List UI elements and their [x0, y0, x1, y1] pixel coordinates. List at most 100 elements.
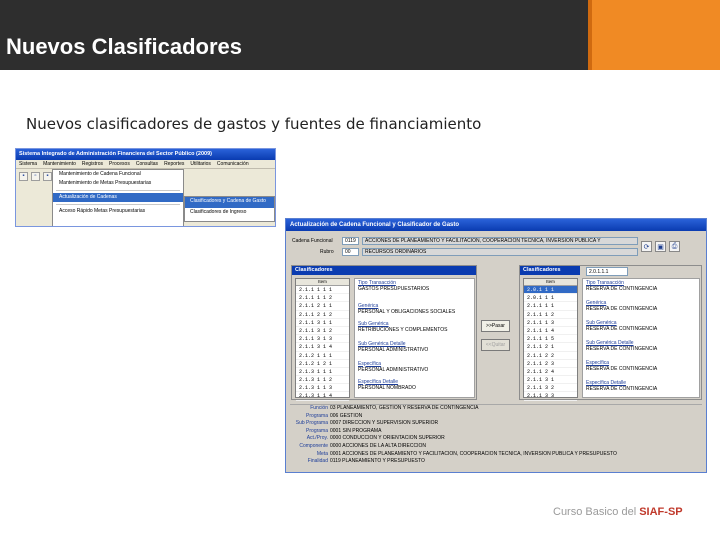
submenu-item-clasificadores-gasto[interactable]: Clasificadores y Cadena de Gasto — [185, 197, 274, 208]
right-list-column-header: Item — [524, 279, 577, 286]
left-detail-item: Específica Detalle PERSONAL NOMBRADO — [358, 378, 416, 391]
left-detail-item: Sub Genérica RETRIBUCIONES Y COMPLEMENTOS — [358, 320, 448, 333]
list-item[interactable]: 2.1.1 3 1 2 — [296, 327, 349, 336]
left-list-column-header: Item — [296, 279, 349, 286]
dropdown-item-cadena-funcional[interactable]: Mantenimiento de Cadena Funcional — [53, 170, 183, 179]
list-item[interactable]: 2.1.3 1 1 3 — [296, 384, 349, 393]
list-item[interactable]: 2.1.1 1 2 — [524, 311, 577, 319]
menu-registros[interactable]: Registros — [82, 161, 103, 167]
cadena-row: Sub Programa 0007 DIRECCION Y SUPERVISION… — [295, 420, 439, 427]
list-item[interactable]: 2.1.1 1 1 1 — [296, 286, 349, 295]
accent-block — [592, 0, 720, 70]
list-item[interactable]: 2.1.1 1 3 — [524, 319, 577, 327]
list-item[interactable]: 2.1.3 1 1 4 — [296, 392, 349, 401]
pasar-button[interactable]: >>Pasar — [481, 320, 510, 332]
cadena-dialog: Actualización de Cadena Funcional y Clas… — [285, 218, 707, 473]
list-item[interactable]: 2.1.3 1 1 2 — [296, 376, 349, 385]
list-item[interactable]: 2.1.1 1 1 — [524, 302, 577, 311]
list-item[interactable]: 2.1.3 1 1 1 — [296, 368, 349, 377]
cadena-code-field[interactable]: 0119 — [342, 237, 359, 245]
list-item[interactable]: 2.1.1 1 5 — [524, 335, 577, 344]
quitar-button[interactable]: <<Quitar — [481, 339, 510, 351]
cadena-row: Meta 0001 ACCIONES DE PLANEAMIENTO Y FACI… — [316, 450, 617, 457]
left-clasificadores-list[interactable]: Item 2.1.1 1 1 1 2.1.1 1 1 2 2.1.1 2 1 1… — [295, 278, 350, 401]
app-title-bar: Sistema Integrado de Administración Fina… — [16, 149, 275, 160]
list-item[interactable]: 2.1.1 3 1 3 — [296, 335, 349, 344]
cadena-row: Finalidad 0119 PLANEAMIENTO Y PRESUPUESTO — [307, 458, 425, 465]
dialog-title: Actualización de Cadena Funcional y Clas… — [286, 219, 706, 231]
menu-comunicacion[interactable]: Comunicación — [217, 161, 249, 167]
list-item[interactable]: 2.1.1 2 1 1 — [296, 302, 349, 311]
dialog-icon-buttons: ⟳ ▣ ⎙ — [641, 241, 680, 252]
slide-header: Nuevos Clasificadores — [0, 0, 720, 70]
list-item[interactable]: 2.0.1 1 1 — [524, 286, 577, 295]
list-item[interactable]: 2.1.1 2 3 — [524, 360, 577, 368]
left-detail-item: Específica PERSONAL ADMINISTRATIVO — [358, 360, 429, 373]
list-item[interactable]: 2.1.1 1 4 — [524, 327, 577, 336]
list-item[interactable]: 2.1.1 3 1 4 — [296, 343, 349, 352]
right-detail-item: Sub Genérica Detalle RESERVA DE CONTINGEN… — [586, 340, 658, 352]
menu-procesos[interactable]: Procesos — [109, 161, 130, 167]
list-item[interactable]: 2.1.1 3 1 — [524, 376, 577, 385]
cadena-label: Cadena Funcional — [292, 238, 333, 244]
footer-text: Curso Basico del — [553, 506, 637, 518]
menu-utilitarios[interactable]: Utilitarios — [190, 161, 211, 167]
list-item[interactable]: 2.0.1 1 1 — [524, 294, 577, 303]
right-clasificadores-list[interactable]: Item 2.0.1 1 1 2.0.1 1 1 2.1.1 1 1 2.1.1… — [523, 278, 578, 401]
cadena-row: Programa 0001 SIN PROGRAMA — [306, 427, 382, 434]
footer-brand: SIAF-SP — [639, 506, 683, 518]
dropdown-item-actualizacion-cadenas[interactable]: Actualización de Cadenas — [53, 193, 183, 202]
mantenimiento-dropdown: Mantenimiento de Cadena Funcional Manten… — [52, 169, 184, 226]
cadena-row: Componente 0000 ACCIONES DE LA ALTA DIREC… — [299, 442, 426, 449]
menu-separator — [56, 204, 180, 205]
right-detail-item: Sub Genérica RESERVA DE CONTINGENCIA — [586, 320, 658, 332]
menu-reportes[interactable]: Reportes — [164, 161, 184, 167]
list-item[interactable]: 2.1.1 2 2 — [524, 352, 577, 360]
menu-separator — [56, 190, 180, 191]
list-item[interactable]: 2.1.1 3 1 1 — [296, 319, 349, 327]
menu-consultas[interactable]: Consultas — [136, 161, 158, 167]
submenu-item-clasificadores-ingreso[interactable]: Clasificadores de Ingreso — [185, 208, 274, 219]
app-menu-screenshot: Sistema Integrado de Administración Fina… — [15, 148, 276, 227]
right-detail-box: Tipo Transacción RESERVA DE CONTINGENCIA … — [582, 278, 700, 398]
toolbar-new-icon[interactable]: ▪ — [19, 171, 28, 181]
toolbar-open-icon[interactable]: ▫ — [31, 171, 40, 181]
list-item[interactable]: 2.1.1 2 1 — [524, 343, 577, 352]
dialog-top-fields: Cadena Funcional 0119 ACCIONES DE PLANEA… — [290, 236, 642, 258]
menu-bar: Sistema Mantenimiento Registros Procesos… — [16, 160, 275, 169]
save-icon[interactable]: ▣ — [655, 241, 666, 252]
list-item[interactable]: 2.1.1 3 2 — [524, 384, 577, 393]
right-detail-item: Genérica RESERVA DE CONTINGENCIA — [586, 300, 658, 312]
menu-sistema[interactable]: Sistema — [19, 161, 37, 167]
right-panel-header: Clasificadores — [520, 266, 580, 275]
cadena-row: Programa 006 GESTION — [306, 412, 363, 419]
menu-mantenimiento[interactable]: Mantenimiento — [43, 161, 76, 167]
dropdown-item-metas[interactable]: Mantenimiento de Metas Presupuestarias — [53, 179, 183, 188]
right-detail-item: Tipo Transacción RESERVA DE CONTINGENCIA — [586, 280, 658, 292]
left-detail-item: Tipo Transacción GASTOS PRESUPUESTARIOS — [358, 280, 430, 292]
dropdown-item-acceso-rapido[interactable]: Acceso Rápido Metas Presupuestarias — [53, 207, 183, 216]
cadena-detail-section: Función 03 PLANEAMIENTO, GESTION Y RESERV… — [290, 404, 702, 470]
rubro-code-field[interactable]: 00 — [342, 248, 359, 256]
right-detail-item: Específica Detalle RESERVA DE CONTINGENCI… — [586, 380, 658, 392]
cadena-value-field: ACCIONES DE PLANEAMIENTO Y FACILITACION,… — [362, 237, 638, 245]
refresh-icon[interactable]: ⟳ — [641, 241, 652, 252]
toolbar-save-icon[interactable]: ▪ — [43, 171, 52, 181]
left-detail-item: Sub Genérica Detalle PERSONAL ADMINISTRAT… — [358, 340, 429, 353]
list-item[interactable]: 2.1.1 3 3 — [524, 392, 577, 401]
list-item[interactable]: 2.1.1 2 1 2 — [296, 311, 349, 319]
right-detail-item: Específica RESERVA DE CONTINGENCIA — [586, 360, 658, 372]
rubro-value-field: RECURSOS ORDINARIOS — [362, 248, 638, 256]
print-icon[interactable]: ⎙ — [669, 241, 680, 252]
slide-title: Nuevos Clasificadores — [6, 34, 242, 59]
list-item[interactable]: 2.1.1 2 4 — [524, 368, 577, 377]
cadena-row: Act./Proy. 0000 CONDUCCION Y ORIENTACION … — [306, 435, 445, 442]
left-detail-item: Genérica PERSONAL Y OBLIGACIONES SOCIALES — [358, 302, 456, 315]
actualizacion-submenu: Clasificadores y Cadena de Gasto Clasifi… — [184, 196, 275, 222]
right-filter-field[interactable]: 2.0.1.1.1 — [586, 267, 628, 276]
cadena-row: Función 03 PLANEAMIENTO, GESTION Y RESERV… — [310, 405, 479, 411]
rubro-label: Rubro — [320, 249, 334, 255]
list-item[interactable]: 2.1.2 1 1 1 — [296, 352, 349, 360]
list-item[interactable]: 2.1.1 1 1 2 — [296, 294, 349, 303]
list-item[interactable]: 2.1.2 1 2 1 — [296, 360, 349, 368]
